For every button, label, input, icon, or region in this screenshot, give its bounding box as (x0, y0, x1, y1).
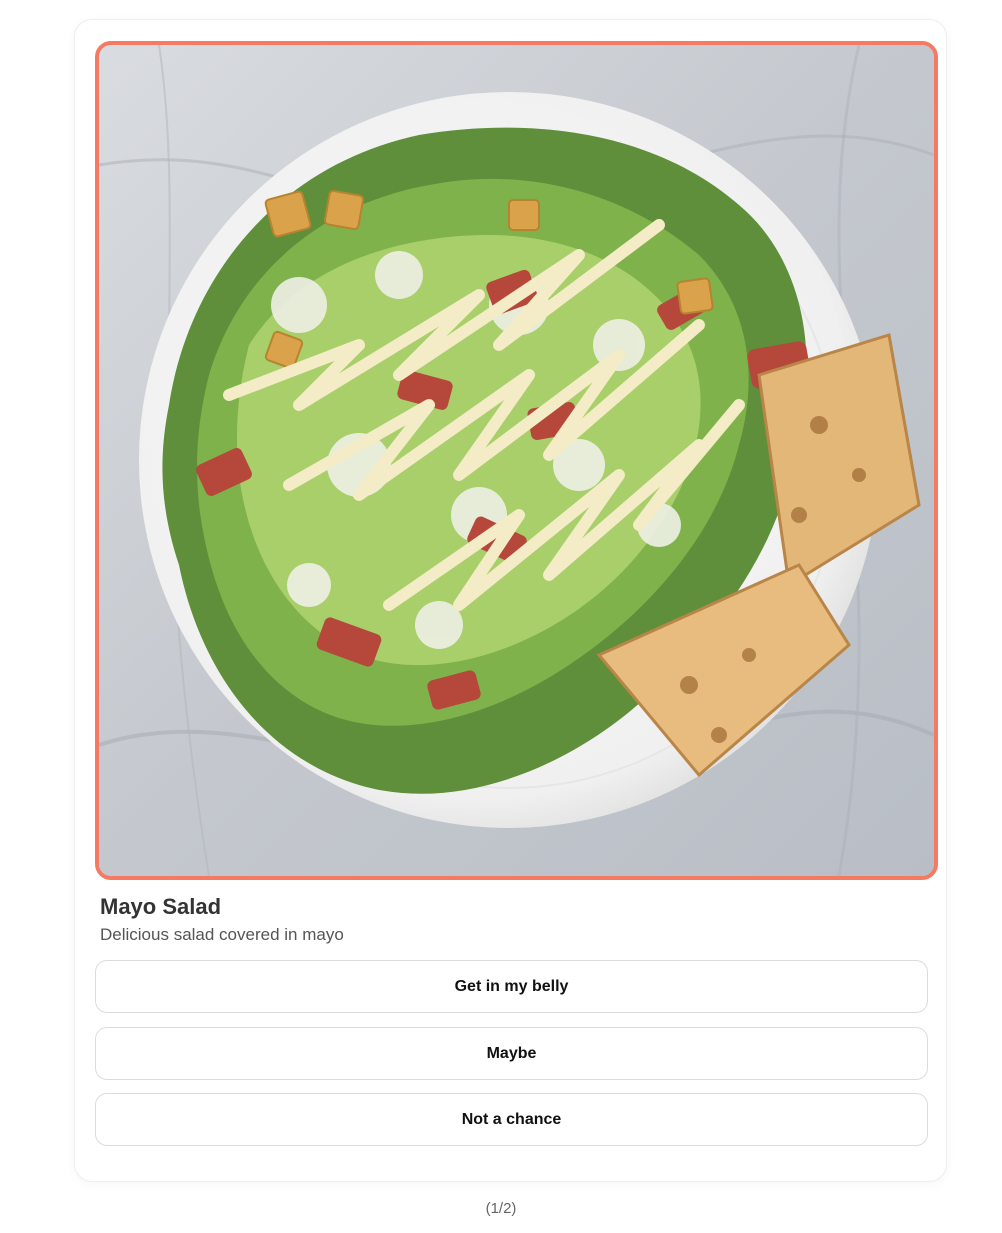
salad-illustration (99, 45, 934, 876)
food-description: Delicious salad covered in mayo (100, 925, 344, 944)
food-title: Mayo Salad (100, 894, 222, 919)
food-card: Mayo Salad Delicious salad covered in ma… (74, 19, 947, 1182)
food-photo (95, 41, 938, 880)
get-in-my-belly-button[interactable]: Get in my belly (95, 960, 928, 1013)
maybe-button[interactable]: Maybe (95, 1027, 928, 1080)
not-a-chance-button[interactable]: Not a chance (95, 1093, 928, 1146)
pagination-indicator: (1/2) (485, 1200, 517, 1217)
